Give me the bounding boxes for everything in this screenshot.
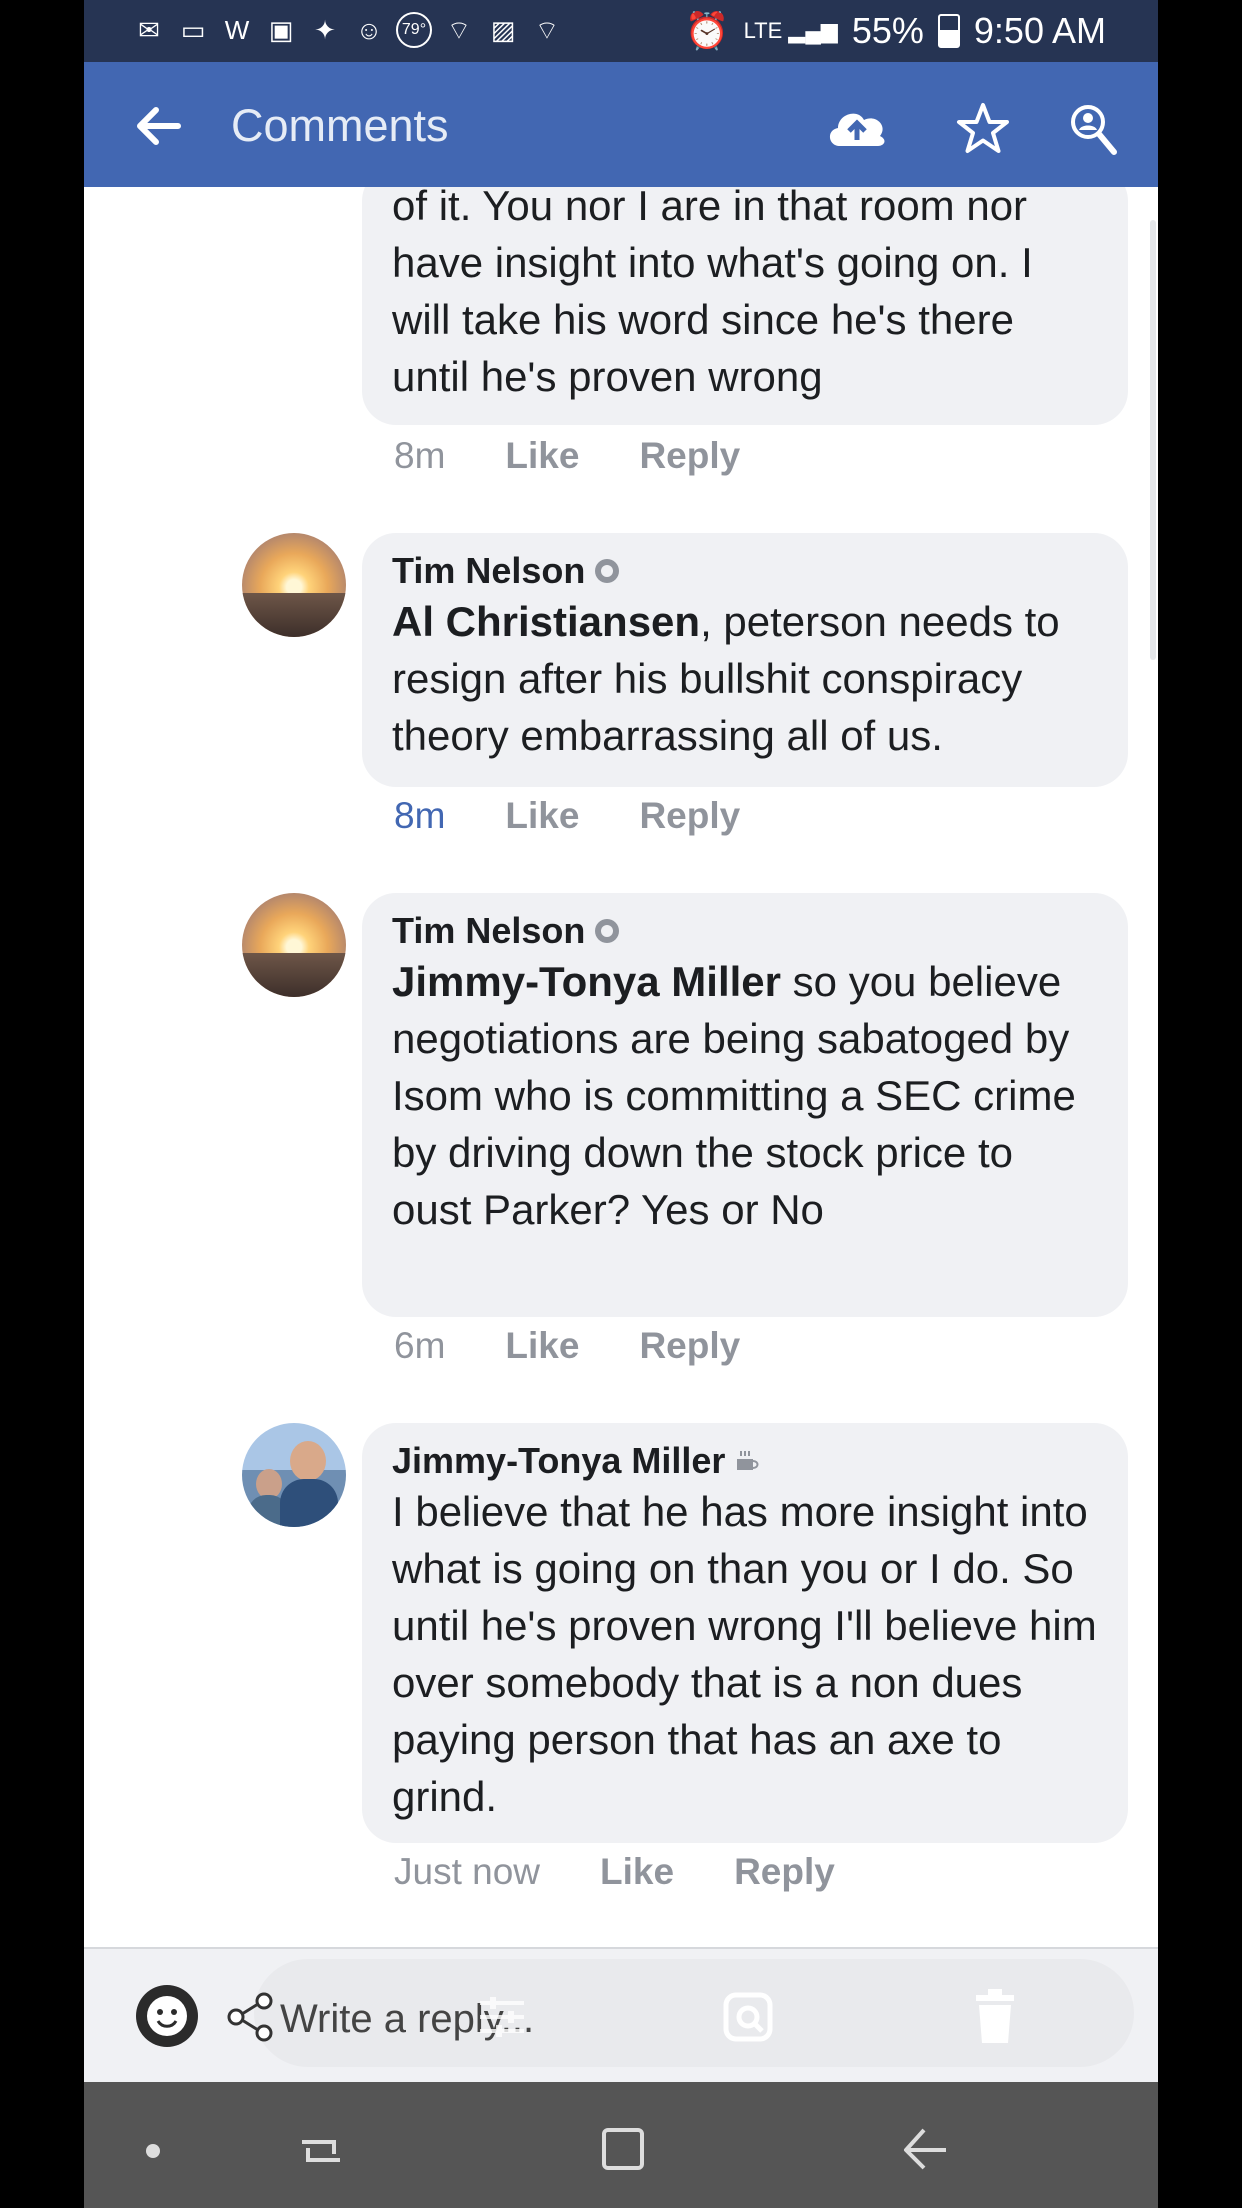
avatar-person-1 (290, 1441, 326, 1481)
nav-back-icon[interactable] (898, 2122, 952, 2176)
reply-button[interactable]: Reply (734, 1851, 835, 1893)
mention[interactable]: Al Christiansen (392, 598, 700, 645)
comment-time: 8m (394, 435, 446, 476)
trash-icon[interactable] (972, 1987, 1018, 2045)
comment-body: I believe that he has more insight into … (392, 1488, 1097, 1820)
comment-time[interactable]: Just now (394, 1851, 540, 1893)
mail-icon: ✉ (138, 14, 160, 45)
author-name[interactable]: Tim Nelson (392, 910, 585, 952)
comment-text: Jimmy-Tonya Miller so you believe negoti… (392, 953, 1098, 1238)
comment-meta: 8m Like Reply (394, 795, 740, 837)
mention[interactable]: Jimmy-Tonya Miller (392, 958, 781, 1005)
nav-dot-icon[interactable] (146, 2144, 160, 2158)
network-type: LTE (743, 18, 783, 43)
star-icon[interactable] (956, 102, 1010, 156)
alarm-icon: ⏰ (684, 10, 730, 51)
avatar[interactable] (242, 1423, 346, 1527)
comment-bubble[interactable]: Tim Nelson Jimmy-Tonya Miller so you bel… (362, 893, 1128, 1317)
battery-fill (939, 29, 958, 46)
comment-text: I believe that he has more insight into … (392, 1483, 1098, 1825)
sliders-icon[interactable] (474, 1989, 530, 2045)
battery-icon (937, 14, 960, 48)
system-status: ⏰ LTE ▂▄▆ 55% 9:50 AM (685, 10, 1106, 52)
comment-author[interactable]: Jimmy-Tonya Miller (392, 1439, 1098, 1483)
system-nav-bar (84, 2082, 1158, 2208)
comment-bubble[interactable]: of it. You nor I are in that room nor ha… (362, 187, 1128, 425)
reply-composer: Write a reply... (84, 1947, 1158, 2084)
reply-button[interactable]: Reply (639, 435, 740, 477)
comment-body: of it. You nor I are in that room nor ha… (392, 187, 1033, 400)
app-bar: Comments (84, 62, 1158, 187)
comment-author[interactable]: Tim Nelson (392, 909, 1098, 953)
coffee-badge-icon (737, 1451, 759, 1470)
admin-badge-icon (595, 919, 620, 943)
temperature-icon: 79° (396, 12, 432, 48)
avatar[interactable] (242, 893, 346, 997)
comment-bubble[interactable]: Jimmy-Tonya Miller I believe that he has… (362, 1423, 1128, 1843)
comment-text: of it. You nor I are in that room nor ha… (392, 187, 1098, 405)
wifi-icon-2: ⌔ (534, 14, 560, 45)
like-button[interactable]: Like (505, 435, 579, 477)
word-icon: W (224, 14, 250, 45)
emoji-icon[interactable] (134, 1983, 200, 2049)
recent-apps-icon[interactable] (294, 2124, 348, 2178)
photo-icon: ▨ (490, 14, 516, 45)
comment-meta: Just now Like Reply (394, 1851, 835, 1893)
scrollbar[interactable] (1150, 220, 1156, 660)
screenshot-icon[interactable] (720, 1989, 776, 2045)
back-arrow-icon[interactable] (134, 102, 182, 150)
comments-list[interactable]: of it. You nor I are in that room nor ha… (84, 187, 1158, 1947)
comment-meta: 6m Like Reply (394, 1325, 740, 1367)
battery-percent: 55% (851, 10, 924, 51)
reply-button[interactable]: Reply (639, 795, 740, 837)
avatar-body-1 (280, 1479, 338, 1527)
like-button[interactable]: Like (600, 1851, 674, 1893)
alien-icon: ☺ (355, 14, 383, 45)
status-bar: ✉ ▭ W ▣ ✦ ☺ 79° ⌔ ▨ ⌔ ⏰ LTE ▂▄▆ 55% 9:50… (84, 0, 1158, 62)
phone-screen: ✉ ▭ W ▣ ✦ ☺ 79° ⌔ ▨ ⌔ ⏰ LTE ▂▄▆ 55% 9:50… (84, 0, 1158, 2208)
comment-time[interactable]: 6m (394, 1325, 445, 1367)
cloud-upload-icon[interactable] (824, 100, 890, 152)
bird-icon: ✦ (314, 14, 336, 45)
page-title: Comments (231, 100, 449, 151)
search-person-icon[interactable] (1068, 102, 1118, 158)
notification-icons: ✉ ▭ W ▣ ✦ ☺ 79° ⌔ ▨ ⌔ (132, 12, 564, 48)
comment-time[interactable]: 8m (394, 795, 445, 837)
admin-badge-icon (595, 559, 620, 583)
reply-button[interactable]: Reply (639, 1325, 740, 1367)
comment-meta: 8m Like Reply (394, 435, 740, 477)
avatar[interactable] (242, 533, 346, 637)
message-icon: ▭ (180, 14, 206, 45)
signal-icon: LTE ▂▄▆ (743, 18, 838, 43)
comment-text: Al Christiansen, peterson needs to resig… (392, 593, 1098, 764)
like-button[interactable]: Like (505, 795, 579, 837)
author-name[interactable]: Tim Nelson (392, 550, 585, 592)
like-button[interactable]: Like (505, 1325, 579, 1367)
clock: 9:50 AM (973, 10, 1106, 51)
image-icon: ▣ (268, 14, 294, 45)
home-icon[interactable] (596, 2122, 650, 2176)
comment-bubble[interactable]: Tim Nelson Al Christiansen, peterson nee… (362, 533, 1128, 787)
author-name[interactable]: Jimmy-Tonya Miller (392, 1440, 725, 1482)
wifi-icon: ⌔ (446, 14, 472, 45)
temperature-value: 79° (401, 21, 427, 38)
comment-author[interactable]: Tim Nelson (392, 549, 1098, 593)
share-icon[interactable] (224, 1991, 276, 2043)
